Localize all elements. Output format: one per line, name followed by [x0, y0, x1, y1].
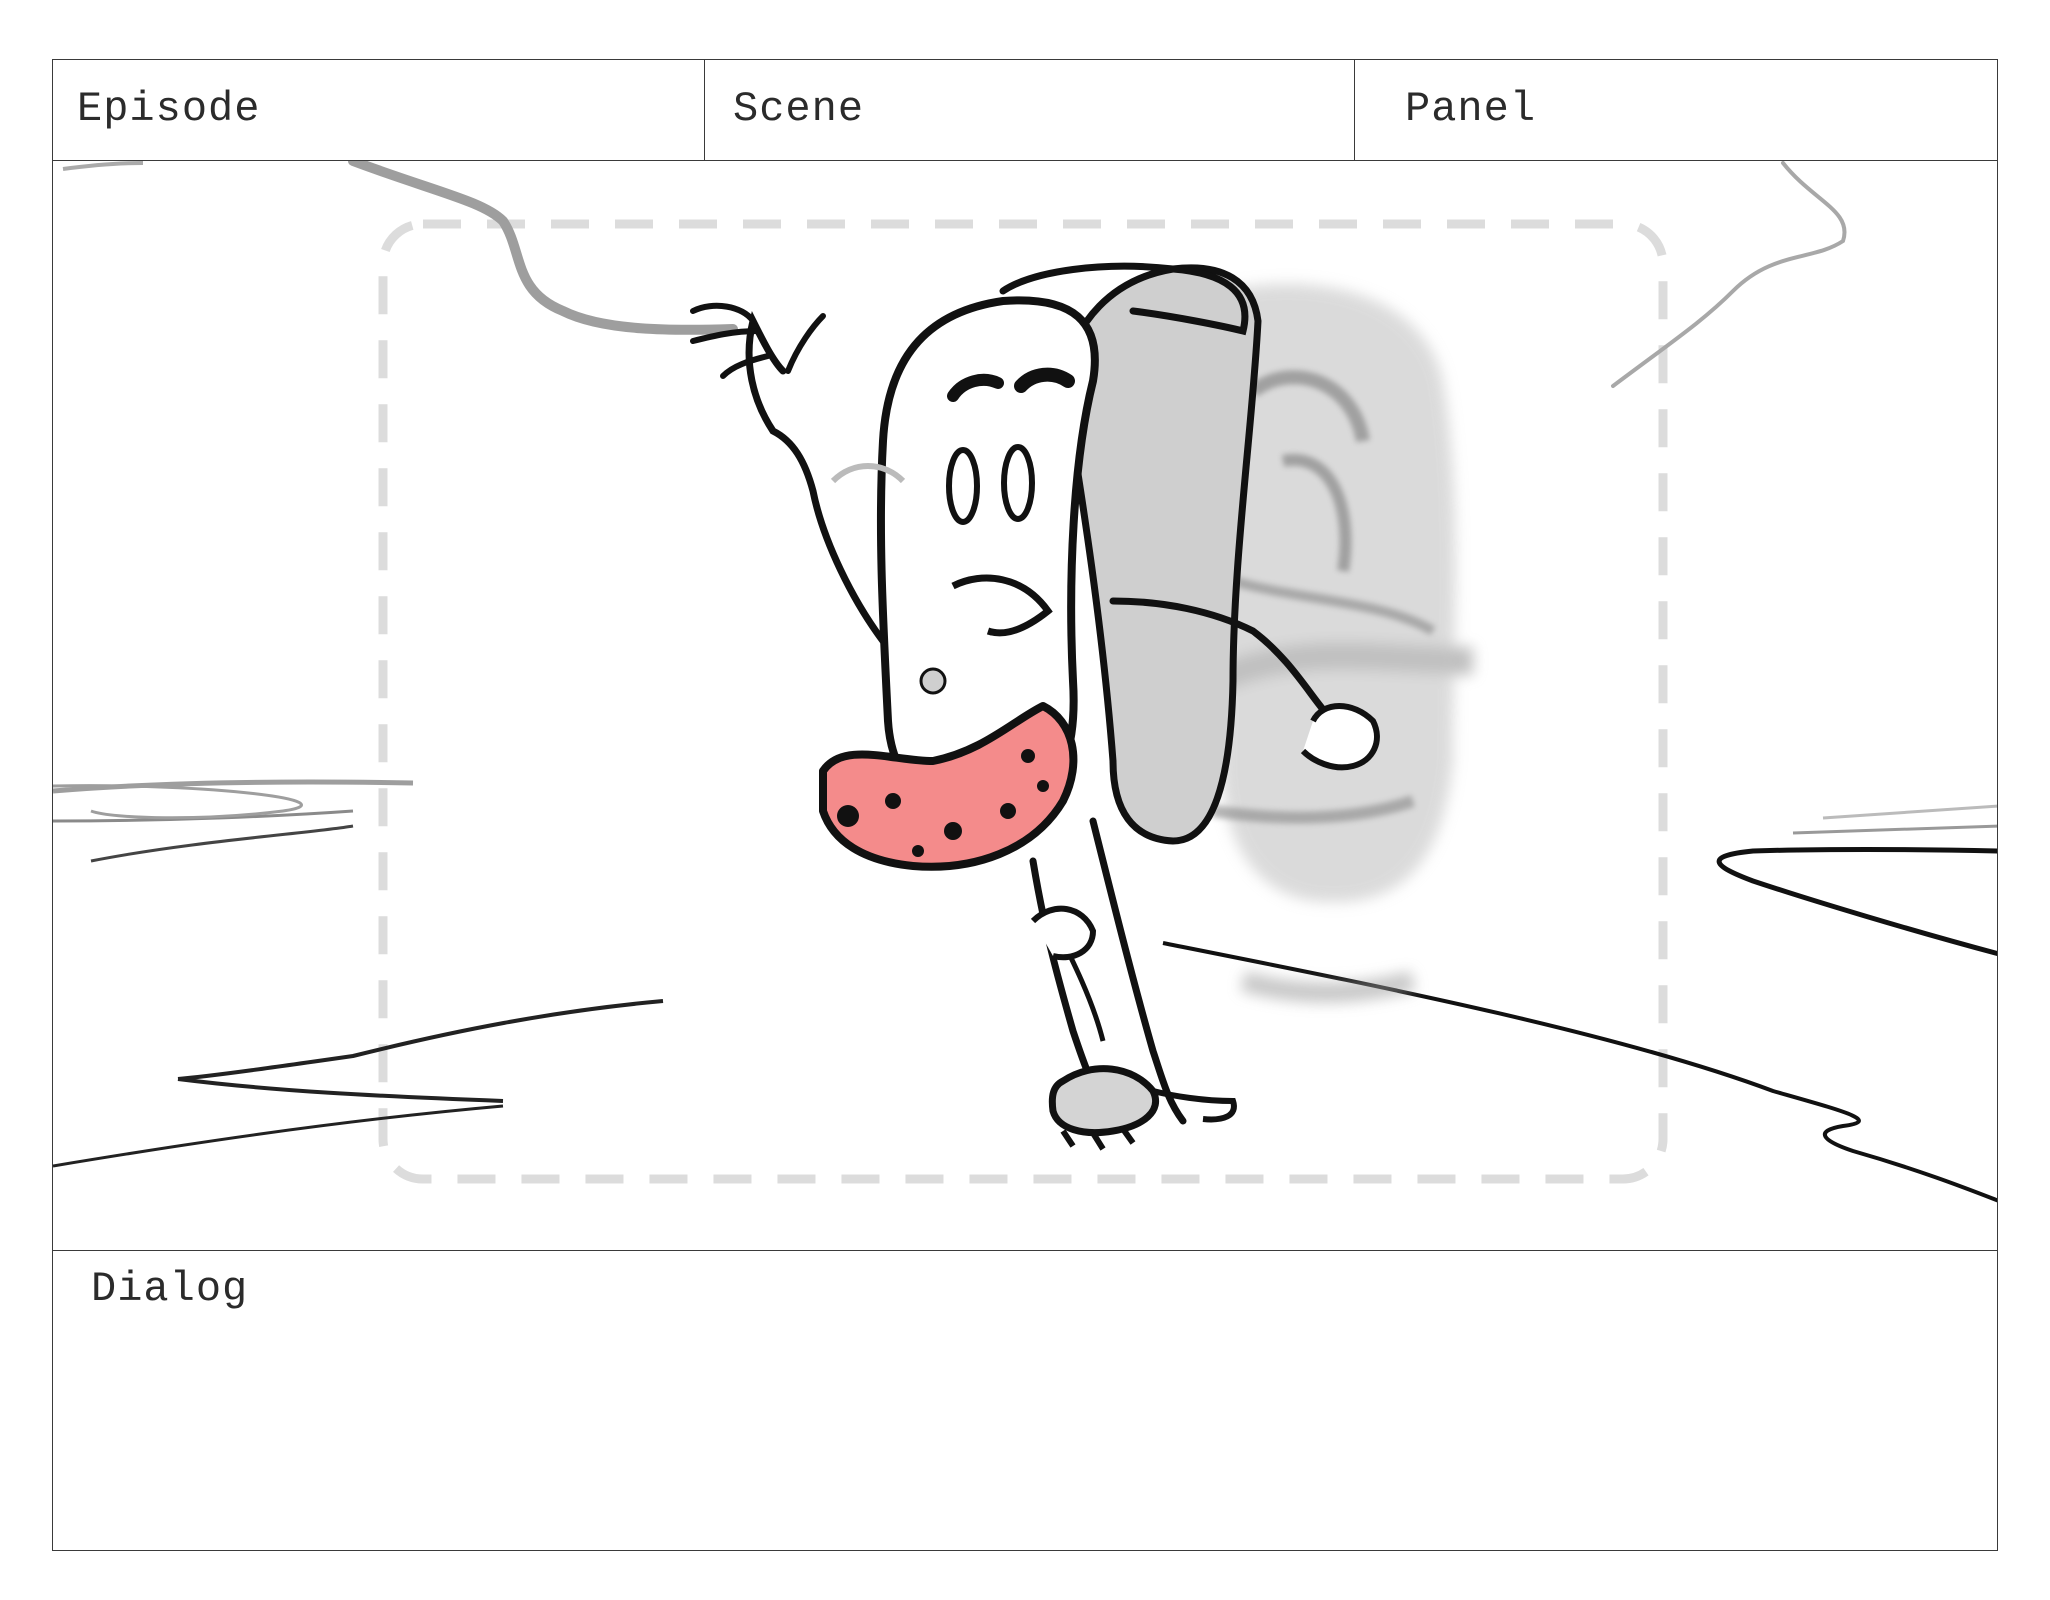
dialog-box[interactable]: Dialog — [53, 1251, 1997, 1550]
background-line — [1611, 161, 1847, 388]
eye — [1001, 444, 1035, 522]
pink-prop-spot — [912, 845, 924, 857]
eye — [946, 447, 980, 525]
shoe — [1152, 1088, 1237, 1123]
hand-raised — [690, 302, 826, 379]
background-line — [62, 161, 144, 171]
scene-cell[interactable]: Scene — [705, 60, 1355, 160]
ground-line — [177, 1077, 504, 1103]
ground-line — [1792, 824, 1997, 835]
storyboard-sheet: Episode Scene Panel Dialog — [52, 59, 1998, 1551]
episode-label: Episode — [77, 85, 261, 133]
arm-raised — [745, 310, 887, 645]
ground-line — [53, 1104, 504, 1168]
ground-line — [1716, 847, 1997, 957]
pink-prop-spot — [944, 822, 962, 840]
pink-prop-spot — [885, 793, 901, 809]
pink-prop-spot — [1021, 749, 1035, 763]
dialog-label: Dialog — [91, 1265, 249, 1313]
pink-prop-spot — [837, 805, 859, 827]
episode-cell[interactable]: Episode — [53, 60, 705, 160]
hand-extended — [1300, 703, 1380, 771]
ground-line — [177, 999, 664, 1081]
cheek — [919, 667, 947, 695]
ground-line — [1822, 804, 1997, 820]
storyboard-artwork — [53, 161, 1997, 1251]
sketch-drawing — [53, 161, 1997, 1203]
panel-cell[interactable]: Panel — [1355, 60, 1999, 160]
horizon-line — [90, 824, 354, 863]
pink-prop-spot — [1000, 803, 1016, 819]
storyboard-header: Episode Scene Panel — [53, 60, 1997, 161]
background-line — [348, 161, 738, 335]
shoe — [1048, 1065, 1159, 1137]
panel-label: Panel — [1405, 85, 1537, 133]
knee — [1030, 905, 1097, 961]
pink-prop-spot — [1037, 780, 1049, 792]
scene-label: Scene — [733, 85, 865, 133]
